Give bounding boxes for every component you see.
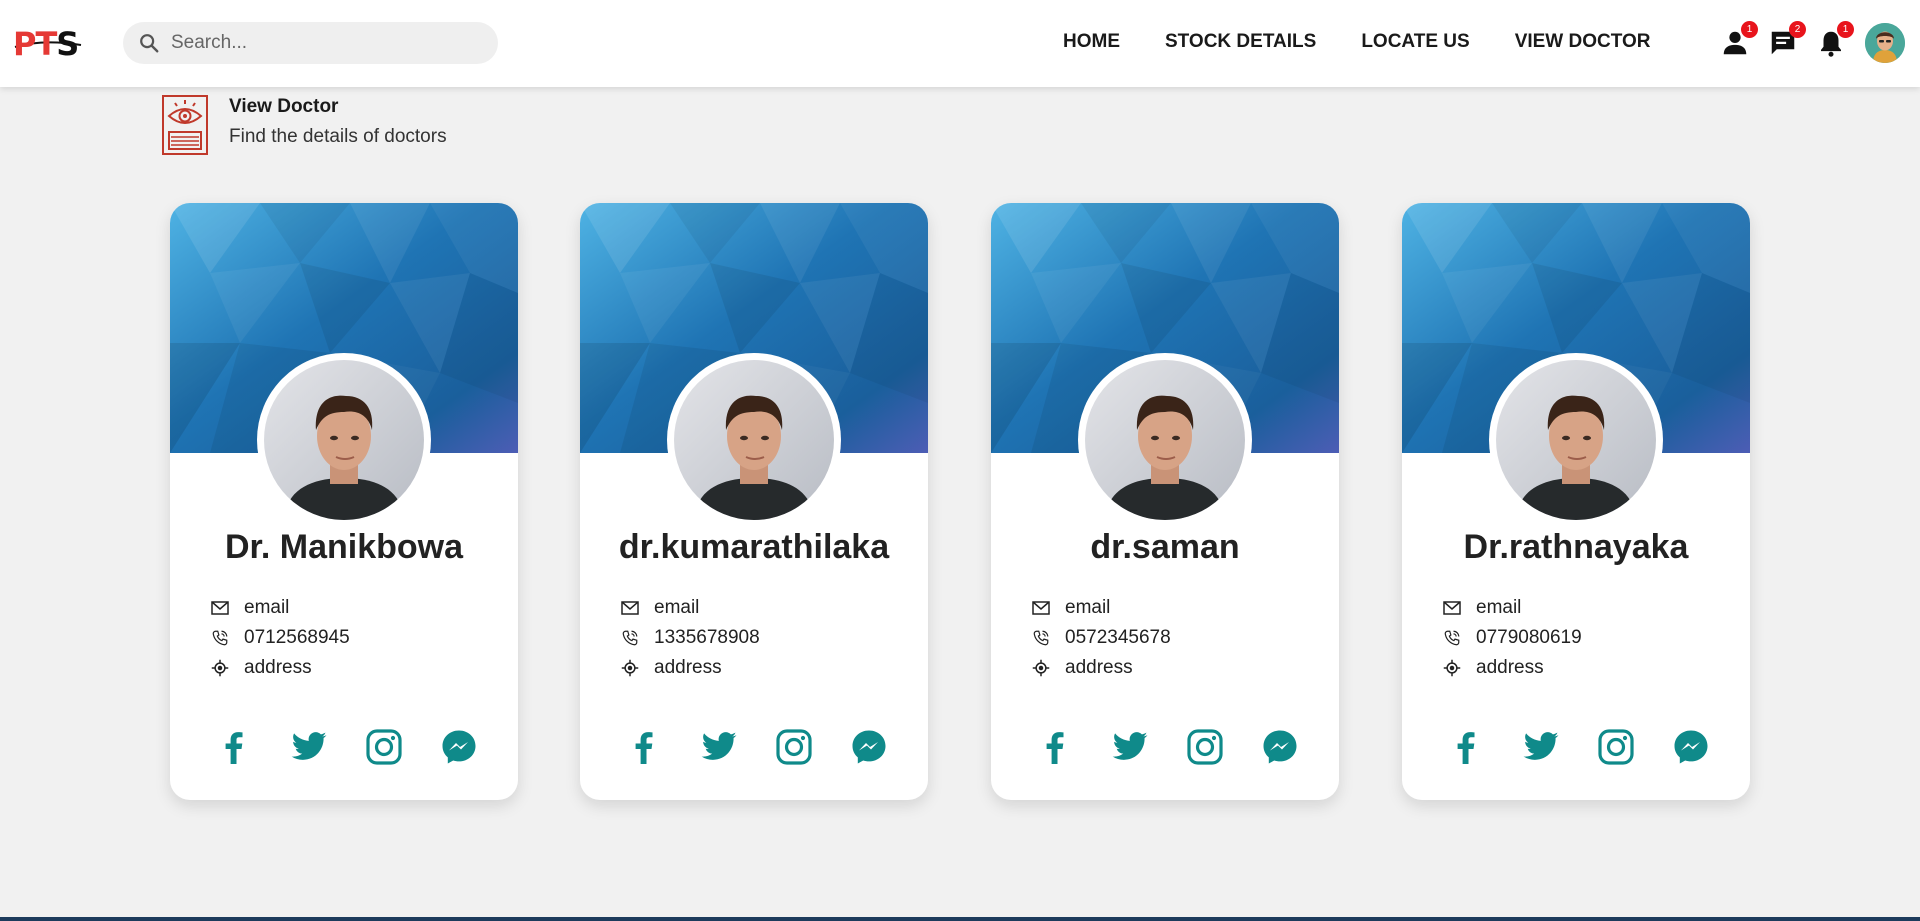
page-subtitle: Find the details of doctors	[229, 126, 447, 147]
instagram-icon[interactable]	[1597, 728, 1635, 766]
page-title: View Doctor	[229, 96, 339, 117]
doctor-photo	[257, 353, 431, 527]
phone-icon	[620, 628, 640, 648]
user-notification-button[interactable]: 1	[1720, 21, 1758, 58]
instagram-icon[interactable]	[365, 728, 403, 766]
phone-row: 0712568945	[210, 623, 350, 653]
doctor-contact-info: email 0572345678 address	[1031, 593, 1171, 683]
mail-icon	[620, 598, 640, 618]
messages-badge: 2	[1789, 21, 1806, 38]
doctor-email: email	[244, 597, 290, 618]
instagram-icon[interactable]	[775, 728, 813, 766]
mail-icon	[1031, 598, 1051, 618]
footer-edge	[0, 917, 1920, 921]
email-row: email	[1031, 593, 1171, 623]
messenger-icon[interactable]	[440, 728, 478, 766]
doctor-name: Dr. Manikbowa	[224, 528, 464, 566]
doctor-photo	[1489, 353, 1663, 527]
doctor-name: dr.saman	[1090, 528, 1240, 566]
facebook-icon[interactable]	[1447, 728, 1485, 766]
doctor-phone: 1335678908	[654, 627, 760, 648]
location-icon	[210, 658, 230, 678]
doctor-contact-info: email 0779080619 address	[1442, 593, 1582, 683]
doctor-address: address	[654, 657, 722, 678]
nav-links: HOME STOCK DETAILS LOCATE US VIEW DOCTOR	[1063, 29, 1651, 55]
nav-locate-us[interactable]: LOCATE US	[1361, 29, 1469, 55]
doctor-name: Dr.rathnayaka	[1463, 528, 1689, 566]
user-avatar[interactable]	[1865, 23, 1905, 63]
location-icon	[1442, 658, 1462, 678]
email-row: email	[210, 593, 350, 623]
address-row: address	[1442, 653, 1582, 683]
location-icon	[1031, 658, 1051, 678]
messenger-icon[interactable]	[1672, 728, 1710, 766]
eye-document-icon	[162, 95, 208, 155]
notifications-badge: 1	[1837, 21, 1854, 38]
social-links	[215, 728, 478, 766]
page-header: View Doctor Find the details of doctors	[161, 94, 581, 156]
doctor-email: email	[654, 597, 700, 618]
doctor-card: Dr. Manikbowa email 0712568945 address	[170, 203, 518, 800]
logo-text: PTS	[13, 25, 79, 63]
nav-home[interactable]: HOME	[1063, 29, 1120, 55]
search-input[interactable]	[171, 28, 471, 58]
email-row: email	[1442, 593, 1582, 623]
phone-icon	[1031, 628, 1051, 648]
phone-row: 0779080619	[1442, 623, 1582, 653]
doctor-phone: 0572345678	[1065, 627, 1171, 648]
doctor-card: dr.kumarathilaka email 1335678908 addres…	[580, 203, 928, 800]
twitter-icon[interactable]	[700, 728, 738, 766]
facebook-icon[interactable]	[1036, 728, 1074, 766]
phone-icon	[210, 628, 230, 648]
doctor-card: dr.saman email 0572345678 address	[991, 203, 1339, 800]
address-row: address	[620, 653, 760, 683]
doctor-name: dr.kumarathilaka	[618, 528, 890, 566]
twitter-icon[interactable]	[1522, 728, 1560, 766]
phone-row: 1335678908	[620, 623, 760, 653]
doctor-email: email	[1476, 597, 1522, 618]
messenger-icon[interactable]	[1261, 728, 1299, 766]
facebook-icon[interactable]	[215, 728, 253, 766]
search-icon	[140, 34, 159, 53]
email-row: email	[620, 593, 760, 623]
facebook-icon[interactable]	[625, 728, 663, 766]
social-links	[1036, 728, 1299, 766]
messages-button[interactable]: 2	[1768, 21, 1806, 58]
doctor-address: address	[244, 657, 312, 678]
pts-logo[interactable]: PTS	[13, 25, 83, 63]
instagram-icon[interactable]	[1186, 728, 1224, 766]
mail-icon	[210, 598, 230, 618]
search-bar[interactable]	[123, 22, 498, 64]
doctor-contact-info: email 1335678908 address	[620, 593, 760, 683]
doctor-email: email	[1065, 597, 1111, 618]
doctor-phone: 0712568945	[244, 627, 350, 648]
user-badge: 1	[1741, 21, 1758, 38]
social-links	[625, 728, 888, 766]
address-row: address	[1031, 653, 1171, 683]
doctor-phone: 0779080619	[1476, 627, 1582, 648]
location-icon	[620, 658, 640, 678]
doctor-photo	[667, 353, 841, 527]
phone-icon	[1442, 628, 1462, 648]
messenger-icon[interactable]	[850, 728, 888, 766]
doctor-photo	[1078, 353, 1252, 527]
doctor-contact-info: email 0712568945 address	[210, 593, 350, 683]
twitter-icon[interactable]	[290, 728, 328, 766]
twitter-icon[interactable]	[1111, 728, 1149, 766]
top-navbar: PTS HOME STOCK DETAILS LOCATE US VIEW DO…	[0, 0, 1920, 87]
doctor-address: address	[1476, 657, 1544, 678]
doctor-address: address	[1065, 657, 1133, 678]
doctor-card: Dr.rathnayaka email 0779080619 address	[1402, 203, 1750, 800]
mail-icon	[1442, 598, 1462, 618]
social-links	[1447, 728, 1710, 766]
address-row: address	[210, 653, 350, 683]
notifications-button[interactable]: 1	[1816, 21, 1854, 58]
nav-stock-details[interactable]: STOCK DETAILS	[1165, 29, 1316, 55]
phone-row: 0572345678	[1031, 623, 1171, 653]
nav-view-doctor[interactable]: VIEW DOCTOR	[1515, 29, 1651, 55]
